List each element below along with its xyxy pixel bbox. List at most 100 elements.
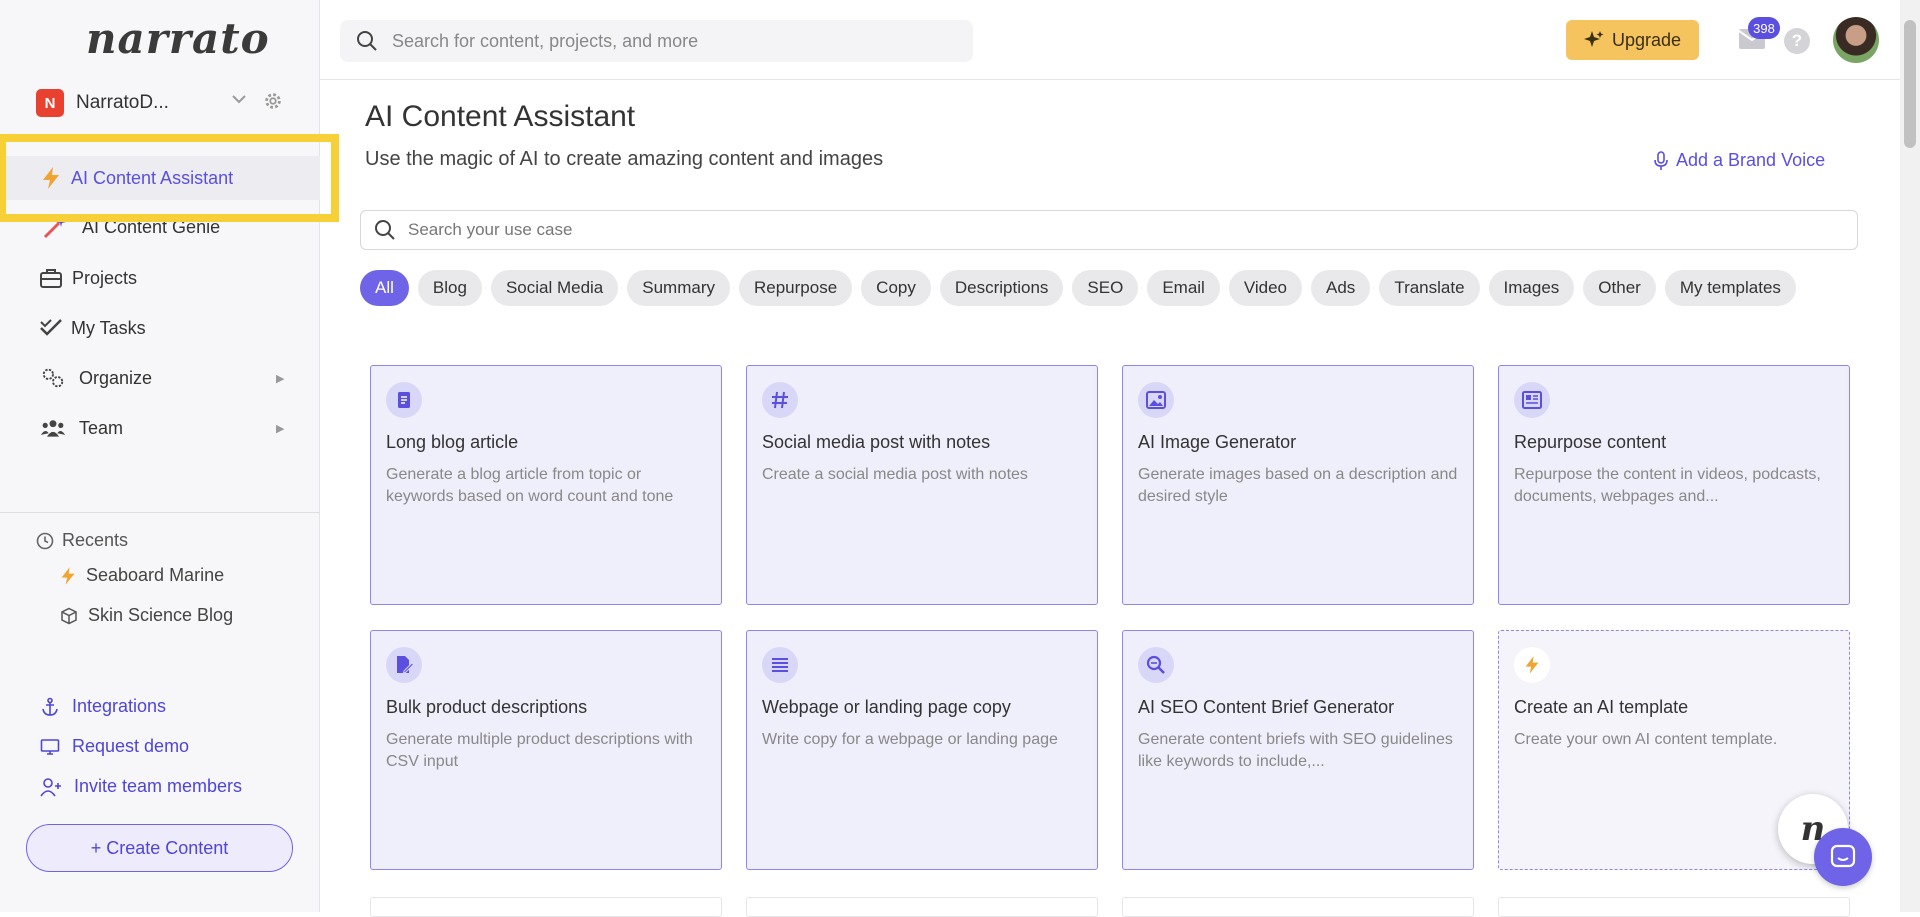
recent-item-skin-science-blog[interactable]: Skin Science Blog [60,605,233,626]
request-demo-link[interactable]: Request demo [40,736,189,757]
request-demo-label: Request demo [72,736,190,756]
chip-copy[interactable]: Copy [861,270,931,306]
workspace-badge: N [36,89,64,117]
chip-translate[interactable]: Translate [1379,270,1480,306]
recent-item-label: Skin Science Blog [88,605,234,625]
card-description: Create your own AI content template. [1514,731,1778,748]
upgrade-label: Upgrade [1611,29,1682,50]
sidebar-item-ai-content-assistant[interactable]: AI Content Assistant [0,156,320,200]
chip-seo[interactable]: SEO [1072,270,1139,306]
sidebar-item-label: AI Content Assistant [71,167,234,188]
recent-item-label: Seaboard Marine [86,565,225,585]
lightning-icon [61,566,75,585]
scrollbar-thumb[interactable] [1904,20,1916,148]
search-icon [375,220,395,240]
add-brand-voice-link[interactable]: Add a Brand Voice [1654,150,1825,171]
create-content-button[interactable]: + Create Content [26,824,293,872]
template-card-webpage-landing-page-copy[interactable]: Webpage or landing page copy Write copy … [746,630,1098,870]
app-logo[interactable]: narrato [86,14,270,63]
card-title: Create an AI template [1514,697,1689,717]
anchor-icon [42,697,58,716]
notification-badge: 398 [1748,17,1780,39]
chip-my-templates[interactable]: My templates [1664,270,1796,306]
file-edit-icon [386,647,422,683]
chip-descriptions[interactable]: Descriptions [939,270,1064,306]
chip-all[interactable]: All [360,270,409,306]
sidebar-item-label: AI Content Genie [82,216,221,237]
card-title: Bulk product descriptions [386,697,588,717]
template-card-partial[interactable] [746,897,1098,917]
magic-wand-icon [42,214,68,240]
integrations-link[interactable]: Integrations [40,696,166,717]
card-title: Webpage or landing page copy [762,697,1011,717]
sidebar-item-organize[interactable]: Organize ▶ [0,356,320,400]
sidebar: narrato N NarratoD... AI Content Assista… [0,0,320,912]
chip-blog[interactable]: Blog [417,270,482,306]
newspaper-icon [1514,382,1550,418]
upgrade-button[interactable]: Upgrade [1566,20,1699,60]
gear-icon[interactable] [262,90,284,112]
template-card-ai-seo-content-brief[interactable]: AI SEO Content Brief Generator Generate … [1122,630,1474,870]
microphone-icon [1654,150,1668,170]
workspace-switcher[interactable]: N NarratoD... [36,88,286,118]
sidebar-item-ai-content-genie[interactable]: AI Content Genie [0,205,320,249]
template-card-ai-image-generator[interactable]: AI Image Generator Generate images based… [1122,365,1474,605]
lightning-icon [38,165,64,191]
scrollbar[interactable] [1900,0,1920,912]
usecase-search-input[interactable]: Search your use case [408,220,572,240]
lightning-icon [1514,647,1550,683]
document-icon [386,382,422,418]
sidebar-item-label: Projects [72,267,138,288]
card-description: Create a social media post with notes [762,466,1028,483]
template-card-repurpose-content[interactable]: Repurpose content Repurpose the content … [1498,365,1850,605]
sidebar-item-my-tasks[interactable]: My Tasks [0,306,320,350]
search-input[interactable]: Search for content, projects, and more [392,31,698,52]
card-description: Generate a blog article from topic or ke… [386,466,674,505]
template-card-partial[interactable] [1122,897,1474,917]
lines-icon [762,647,798,683]
chip-social-media[interactable]: Social Media [490,270,619,306]
avatar[interactable] [1833,17,1879,63]
sidebar-item-team[interactable]: Team ▶ [0,406,320,450]
brand-voice-label: Add a Brand Voice [1676,150,1826,170]
chat-icon [1830,844,1856,868]
card-description: Generate images based on a description a… [1138,466,1458,505]
chip-summary[interactable]: Summary [627,270,730,306]
topbar: Search for content, projects, and more U… [320,0,1900,80]
template-card-social-media-post[interactable]: Social media post with notes Create a so… [746,365,1098,605]
usecase-search[interactable]: Search your use case [360,210,1858,250]
page-subtitle: Use the magic of AI to create amazing co… [365,148,884,170]
expand-arrow-icon[interactable]: ▶ [276,372,284,385]
card-title: Repurpose content [1514,432,1667,452]
template-card-bulk-product-descriptions[interactable]: Bulk product descriptions Generate multi… [370,630,722,870]
briefcase-icon [38,265,64,291]
image-icon [1138,382,1174,418]
sidebar-item-label: Team [79,417,124,438]
recents-heading: Recents [36,530,128,551]
sparkle-icon [1583,31,1604,47]
hashtag-icon [762,382,798,418]
help-icon[interactable]: ? [1784,28,1810,54]
chip-video[interactable]: Video [1228,270,1303,306]
chip-repurpose[interactable]: Repurpose [739,270,853,306]
expand-arrow-icon[interactable]: ▶ [276,422,284,435]
team-icon [40,415,66,441]
sidebar-item-label: Organize [79,367,153,388]
template-card-partial[interactable] [1498,897,1850,917]
chip-images[interactable]: Images [1488,270,1575,306]
invite-team-members-link[interactable]: Invite team members [40,776,242,797]
chip-other[interactable]: Other [1583,270,1656,306]
chip-email[interactable]: Email [1147,270,1220,306]
template-card-long-blog-article[interactable]: Long blog article Generate a blog articl… [370,365,722,605]
recent-item-seaboard-marine[interactable]: Seaboard Marine [60,565,224,586]
sidebar-item-projects[interactable]: Projects [0,256,320,300]
card-description: Generate multiple product descriptions w… [386,731,693,770]
chip-ads[interactable]: Ads [1311,270,1371,306]
template-card-partial[interactable] [370,897,722,917]
card-title: AI SEO Content Brief Generator [1138,697,1395,717]
chevron-down-icon[interactable] [232,92,246,106]
chat-support-button[interactable] [1814,828,1872,886]
global-search[interactable]: Search for content, projects, and more [340,20,973,62]
cube-icon [61,607,77,624]
category-filter-chips: All Blog Social Media Summary Repurpose … [360,270,1796,306]
